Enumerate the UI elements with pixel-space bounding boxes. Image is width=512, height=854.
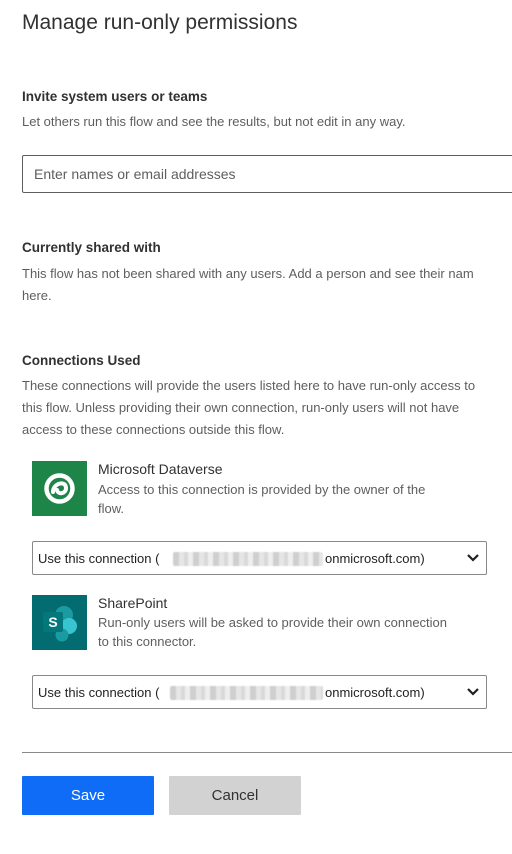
manage-permissions-panel: Manage run-only permissions Invite syste… xyxy=(0,0,512,854)
shared-description-line-1: This flow has not been shared with any u… xyxy=(22,266,474,281)
shared-description-line-2: here. xyxy=(22,288,52,303)
sharepoint-connection-name: SharePoint xyxy=(98,595,168,611)
sharepoint-icon: S xyxy=(32,595,87,650)
dataverse-note-line-2: flow. xyxy=(98,501,125,516)
dataverse-select-suffix: onmicrosoft.com) xyxy=(325,551,425,566)
redacted-account xyxy=(170,686,323,700)
sharepoint-connection-select[interactable]: Use this connection ( onmicrosoft.com) xyxy=(32,675,487,709)
redacted-account xyxy=(173,552,323,566)
invite-users-input[interactable] xyxy=(22,155,512,193)
sharepoint-select-prefix: Use this connection ( xyxy=(38,685,160,700)
dataverse-select-prefix: Use this connection ( xyxy=(38,551,160,566)
invite-description: Let others run this flow and see the res… xyxy=(22,114,406,129)
panel-title: Manage run-only permissions xyxy=(22,11,298,34)
dataverse-connection-select[interactable]: Use this connection ( onmicrosoft.com) xyxy=(32,541,487,575)
shared-heading: Currently shared with xyxy=(22,240,161,255)
dataverse-icon xyxy=(32,461,87,516)
connections-description-line-3: access to these connections outside this… xyxy=(22,422,285,437)
chevron-down-icon xyxy=(466,550,480,566)
dataverse-connection-name: Microsoft Dataverse xyxy=(98,461,223,477)
svg-text:S: S xyxy=(48,614,57,630)
sharepoint-note-line-2: to this connector. xyxy=(98,634,197,649)
cancel-button[interactable]: Cancel xyxy=(169,776,301,815)
connections-heading: Connections Used xyxy=(22,353,141,368)
sharepoint-note-line-1: Run-only users will be asked to provide … xyxy=(98,615,448,630)
invite-heading: Invite system users or teams xyxy=(22,89,208,104)
connections-description-line-1: These connections will provide the users… xyxy=(22,378,476,393)
chevron-down-icon xyxy=(466,684,480,700)
footer-divider xyxy=(22,752,512,753)
connections-description-line-2: this flow. Unless providing their own co… xyxy=(22,400,460,415)
dataverse-note-line-1: Access to this connection is provided by… xyxy=(98,482,426,497)
sharepoint-select-suffix: onmicrosoft.com) xyxy=(325,685,425,700)
save-button[interactable]: Save xyxy=(22,776,154,815)
